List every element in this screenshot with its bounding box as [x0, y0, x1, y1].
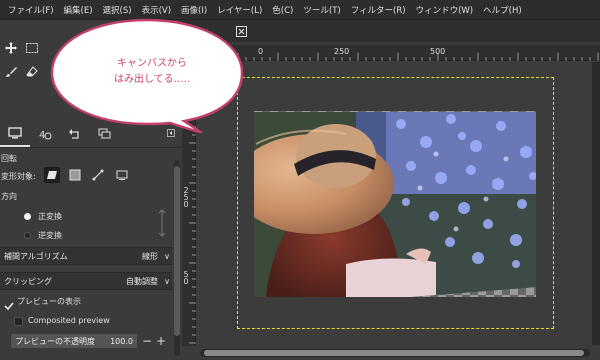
clipping-label: クリッピング: [4, 276, 52, 286]
minus-icon[interactable]: −: [141, 333, 153, 349]
dock-scrollbar[interactable]: [174, 160, 180, 356]
menu-tools[interactable]: ツール(T): [298, 4, 345, 16]
show-preview-checkbox[interactable]: [4, 296, 14, 311]
ruler-label: 0: [183, 277, 189, 286]
dock-scrollbar-thumb[interactable]: [174, 166, 180, 336]
gimp-window: ファイル(F) 編集(E) 選択(S) 表示(V) 画像(I) レイヤー(L) …: [0, 0, 600, 360]
vertical-ruler-label-50: 5 0: [182, 271, 196, 286]
transform-path-button[interactable]: [90, 167, 106, 183]
vertical-scrollbar[interactable]: [592, 62, 600, 345]
direction-backward-radio[interactable]: [24, 232, 31, 239]
horizontal-ruler[interactable]: 0 250 500: [196, 45, 600, 61]
tool-title: 回転: [1, 154, 17, 163]
transform-selection-button[interactable]: [67, 167, 83, 183]
chevron-down-icon: ∨: [164, 276, 170, 286]
move-tool-icon[interactable]: [3, 40, 19, 56]
menu-help[interactable]: ヘルプ(H): [478, 4, 527, 16]
tab-tool-options[interactable]: [0, 121, 30, 147]
ruler-label: 0: [183, 200, 189, 209]
ruler-label: 0: [258, 47, 264, 56]
horizontal-scrollbar[interactable]: [200, 349, 590, 357]
direction-forward-label: 正変換: [38, 212, 62, 221]
interpolation-combo[interactable]: 補間アルゴリズム 線形 ∨: [0, 247, 172, 265]
interpolation-label: 補間アルゴリズム: [4, 251, 68, 261]
ruler-label: 250: [334, 47, 350, 56]
horizontal-ruler-ticks: [197, 53, 599, 61]
transform-image-button[interactable]: [114, 167, 130, 183]
vertical-ruler-label-250: 2 5 0: [182, 187, 196, 209]
plus-icon[interactable]: +: [155, 333, 167, 349]
rect-select-tool-icon[interactable]: [24, 40, 40, 56]
canvas-boundary: [237, 77, 554, 329]
horizontal-scrollbar-thumb[interactable]: [204, 350, 584, 356]
clipping-combo[interactable]: クリッピング 自動調整 ∨: [0, 272, 172, 290]
preview-opacity-slider[interactable]: プレビューの不透明度 100.0: [10, 333, 138, 349]
menu-windows[interactable]: ウィンドウ(W): [411, 4, 479, 16]
transform-target-label: 変形対象:: [1, 172, 36, 181]
composited-preview-label: Composited preview: [28, 316, 110, 325]
direction-backward-label: 逆変換: [38, 231, 62, 240]
preview-opacity-label: プレビューの不透明度: [15, 336, 95, 346]
transform-layer-button[interactable]: [44, 167, 60, 183]
callout-line-2: はみ出してる…..: [113, 74, 191, 85]
eraser-tool-icon[interactable]: [24, 64, 40, 80]
callout-text: キャンバスから はみ出してる…..: [72, 56, 232, 88]
direction-handle-icon: [158, 208, 166, 238]
menu-filters[interactable]: フィルター(R): [346, 4, 411, 16]
chevron-down-icon: ∨: [164, 251, 170, 261]
direction-label: 方向: [1, 192, 17, 201]
menu-colors[interactable]: 色(C): [267, 4, 298, 16]
callout-line-1: キャンバスから: [117, 58, 187, 69]
clipping-value: 自動調整: [126, 276, 158, 286]
preview-opacity-value: 100.0: [110, 336, 133, 346]
paintbrush-tool-icon[interactable]: [3, 64, 19, 80]
composited-preview-checkbox[interactable]: [14, 317, 23, 326]
interpolation-value: 線形: [142, 251, 158, 261]
direction-forward-radio[interactable]: [24, 213, 31, 220]
ruler-label: 500: [430, 47, 446, 56]
show-preview-label: プレビューの表示: [17, 297, 81, 306]
